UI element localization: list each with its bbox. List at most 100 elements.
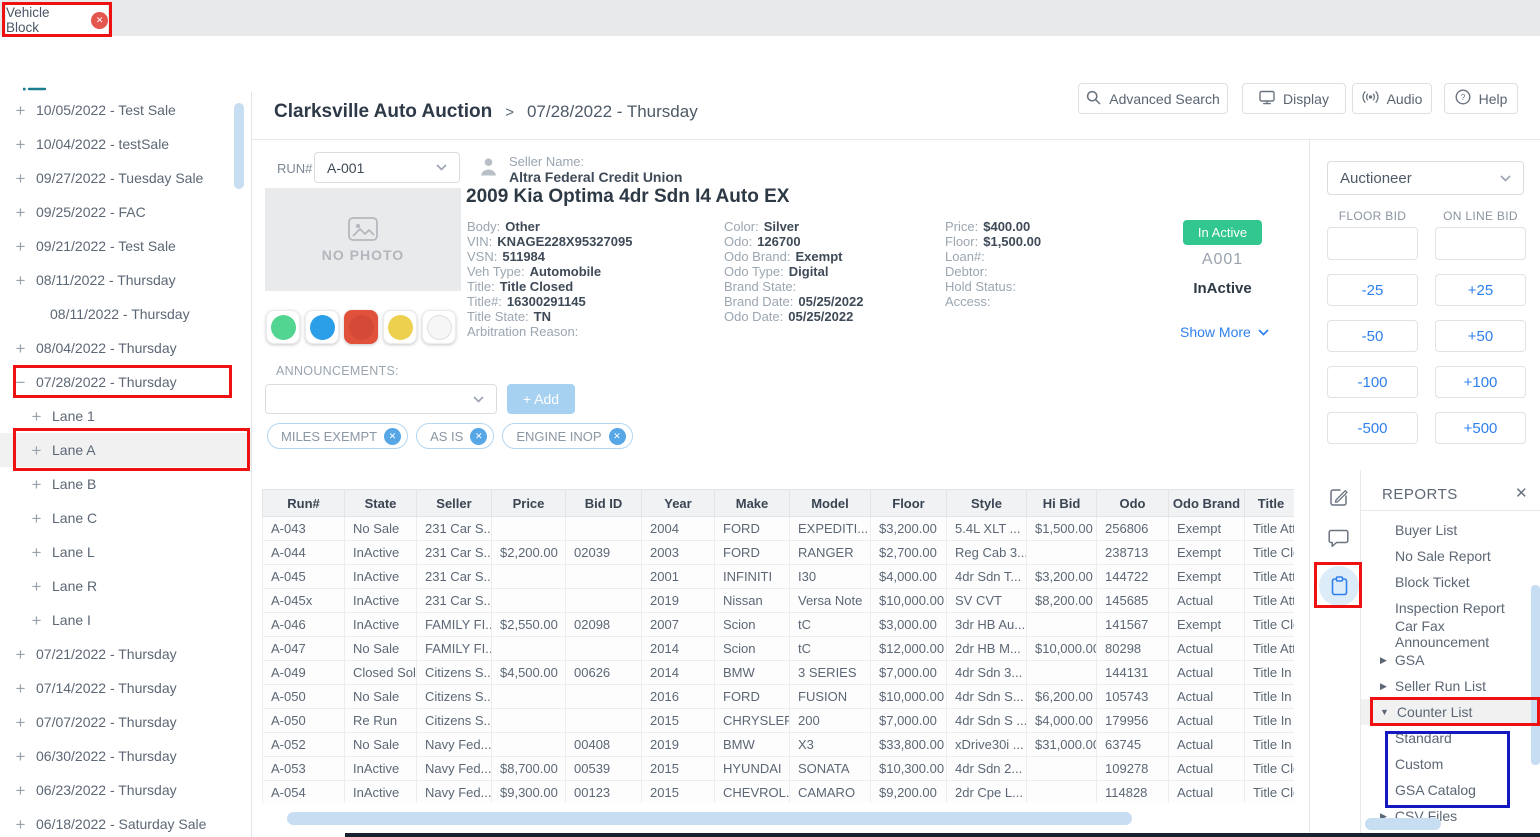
column-header-style[interactable]: Style — [947, 490, 1027, 517]
table-row[interactable]: A-045InActive231 Car S...2001INFINITII30… — [263, 565, 1295, 589]
expand-icon[interactable]: + — [30, 442, 43, 459]
column-header-state[interactable]: State — [345, 490, 417, 517]
expand-icon[interactable]: + — [14, 782, 27, 799]
sidebar-item-07-21-2022-thursday[interactable]: +07/21/2022 - Thursday — [0, 637, 251, 671]
sidebar-item-10-04-2022-testsale[interactable]: +10/04/2022 - testSale — [0, 127, 251, 161]
sidebar-item-lane-b[interactable]: +Lane B — [0, 467, 251, 501]
sidebar-scrollbar[interactable] — [234, 103, 244, 189]
run-number-select[interactable]: A-001 — [314, 152, 460, 183]
column-header-hi-bid[interactable]: Hi Bid — [1027, 490, 1097, 517]
table-row[interactable]: A-050No SaleCitizens S...2016FORDFUSION$… — [263, 685, 1295, 709]
sidebar-item-06-23-2022-thursday[interactable]: +06/23/2022 - Thursday — [0, 773, 251, 807]
increment-100-button[interactable]: +100 — [1435, 366, 1526, 398]
report-item-car-fax-announcement[interactable]: Car Fax Announcement — [1361, 621, 1540, 647]
blue-light-button[interactable] — [305, 310, 339, 344]
column-header-floor[interactable]: Floor — [871, 490, 947, 517]
edit-icon[interactable] — [1328, 487, 1349, 513]
report-item-no-sale-report[interactable]: No Sale Report — [1361, 543, 1540, 569]
expand-icon[interactable]: + — [14, 204, 27, 221]
sidebar-item-09-21-2022-test-sale[interactable]: +09/21/2022 - Test Sale — [0, 229, 251, 263]
expand-icon[interactable]: + — [14, 646, 27, 663]
table-row[interactable]: A-045xInActive231 Car S...2019NissanVers… — [263, 589, 1295, 613]
table-row[interactable]: A-053InActiveNavy Fed...$8,700.000053920… — [263, 757, 1295, 781]
expand-icon[interactable]: + — [30, 408, 43, 425]
white-light-button[interactable] — [422, 310, 456, 344]
sidebar-item-lane-c[interactable]: +Lane C — [0, 501, 251, 535]
column-header-bid-id[interactable]: Bid ID — [566, 490, 642, 517]
advanced-search-button[interactable]: Advanced Search — [1078, 83, 1228, 114]
table-row[interactable]: A-046InActiveFAMILY FI...$2,550.00020982… — [263, 613, 1295, 637]
report-item-gsa[interactable]: ▶GSA — [1361, 647, 1540, 673]
expand-icon[interactable]: + — [14, 714, 27, 731]
table-row[interactable]: A-054InActiveNavy Fed...$9,300.000012320… — [263, 781, 1295, 804]
red-light-button[interactable] — [344, 310, 378, 344]
decrement-50-button[interactable]: -50 — [1327, 320, 1418, 352]
table-row[interactable]: A-043No Sale231 Car S...2004FORDEXPEDITI… — [263, 517, 1295, 541]
sidebar-item-09-25-2022-fac[interactable]: +09/25/2022 - FAC — [0, 195, 251, 229]
tab-vehicle-block[interactable]: Vehicle Block ✕ — [6, 4, 108, 36]
sidebar-item-lane-l[interactable]: +Lane L — [0, 535, 251, 569]
column-header-run[interactable]: Run# — [263, 490, 345, 517]
report-item-gsa-catalog[interactable]: GSA Catalog — [1361, 777, 1540, 803]
column-header-seller[interactable]: Seller — [417, 490, 492, 517]
breadcrumb-auction[interactable]: Clarksville Auto Auction — [274, 101, 492, 123]
expand-icon[interactable]: + — [30, 612, 43, 629]
green-light-button[interactable] — [266, 310, 300, 344]
chat-icon[interactable] — [1328, 529, 1349, 553]
sidebar-item-09-27-2022-tuesday-sale[interactable]: +09/27/2022 - Tuesday Sale — [0, 161, 251, 195]
show-more-link[interactable]: Show More — [1180, 324, 1270, 340]
table-row[interactable]: A-052No SaleNavy Fed...004082019BMWX3$33… — [263, 733, 1295, 757]
reports-close-icon[interactable]: ✕ — [1515, 484, 1528, 502]
expand-icon[interactable]: + — [14, 102, 27, 119]
expand-icon[interactable]: + — [14, 816, 27, 833]
report-item-standard[interactable]: Standard — [1361, 725, 1540, 751]
sidebar-item-08-04-2022-thursday[interactable]: +08/04/2022 - Thursday — [0, 331, 251, 365]
column-header-price[interactable]: Price — [492, 490, 566, 517]
help-button[interactable]: ? Help — [1444, 83, 1518, 114]
tag-remove-icon[interactable]: ✕ — [470, 428, 487, 445]
table-row[interactable]: A-044InActive231 Car S...$2,200.00020392… — [263, 541, 1295, 565]
sidebar-item-08-11-2022-thursday[interactable]: +08/11/2022 - Thursday — [0, 263, 251, 297]
sidebar-item-lane-r[interactable]: +Lane R — [0, 569, 251, 603]
report-item-custom[interactable]: Custom — [1361, 751, 1540, 777]
tab-close-icon[interactable]: ✕ — [91, 12, 108, 29]
expand-icon[interactable]: + — [30, 510, 43, 527]
column-header-odo[interactable]: Odo — [1097, 490, 1169, 517]
decrement-100-button[interactable]: -100 — [1327, 366, 1418, 398]
expand-icon[interactable]: + — [14, 340, 27, 357]
expand-icon[interactable]: + — [14, 272, 27, 289]
expand-icon[interactable]: + — [14, 238, 27, 255]
decrement-25-button[interactable]: -25 — [1327, 274, 1418, 306]
increment-500-button[interactable]: +500 — [1435, 412, 1526, 444]
sidebar-item-07-14-2022-thursday[interactable]: +07/14/2022 - Thursday — [0, 671, 251, 705]
sidebar-item-lane-a[interactable]: +Lane A — [0, 433, 251, 467]
tag-remove-icon[interactable]: ✕ — [384, 428, 401, 445]
sidebar-item-10-05-2022-test-sale[interactable]: +10/05/2022 - Test Sale — [0, 93, 251, 127]
add-announcement-button[interactable]: + Add — [507, 384, 575, 414]
expand-icon[interactable]: + — [14, 748, 27, 765]
expand-icon[interactable]: + — [30, 578, 43, 595]
column-header-year[interactable]: Year — [642, 490, 715, 517]
announcements-select[interactable] — [265, 384, 497, 414]
report-item-seller-run-list[interactable]: ▶Seller Run List — [1361, 673, 1540, 699]
increment-25-button[interactable]: +25 — [1435, 274, 1526, 306]
status-badge[interactable]: In Active — [1183, 220, 1262, 245]
table-horizontal-scrollbar[interactable] — [287, 812, 1132, 825]
column-header-make[interactable]: Make — [715, 490, 790, 517]
reports-vertical-scrollbar[interactable] — [1531, 585, 1540, 765]
audio-button[interactable]: Audio — [1352, 83, 1432, 114]
expand-icon[interactable]: + — [14, 170, 27, 187]
report-item-counter-list[interactable]: ▼Counter List — [1361, 699, 1540, 725]
table-row[interactable]: A-047No SaleFAMILY FI...2014SciontC$12,0… — [263, 637, 1295, 661]
collapse-icon[interactable]: − — [14, 374, 27, 391]
online-bid-input[interactable] — [1435, 227, 1526, 260]
reports-icon-active[interactable] — [1319, 566, 1359, 606]
decrement-500-button[interactable]: -500 — [1327, 412, 1418, 444]
display-button[interactable]: Display — [1242, 83, 1346, 114]
column-header-title[interactable]: Title — [1245, 490, 1295, 517]
tag-remove-icon[interactable]: ✕ — [609, 428, 626, 445]
reports-horizontal-scrollbar[interactable] — [1365, 818, 1441, 830]
sidebar-item-07-07-2022-thursday[interactable]: +07/07/2022 - Thursday — [0, 705, 251, 739]
sidebar-item-lane-1[interactable]: +Lane 1 — [0, 399, 251, 433]
yellow-light-button[interactable] — [383, 310, 417, 344]
